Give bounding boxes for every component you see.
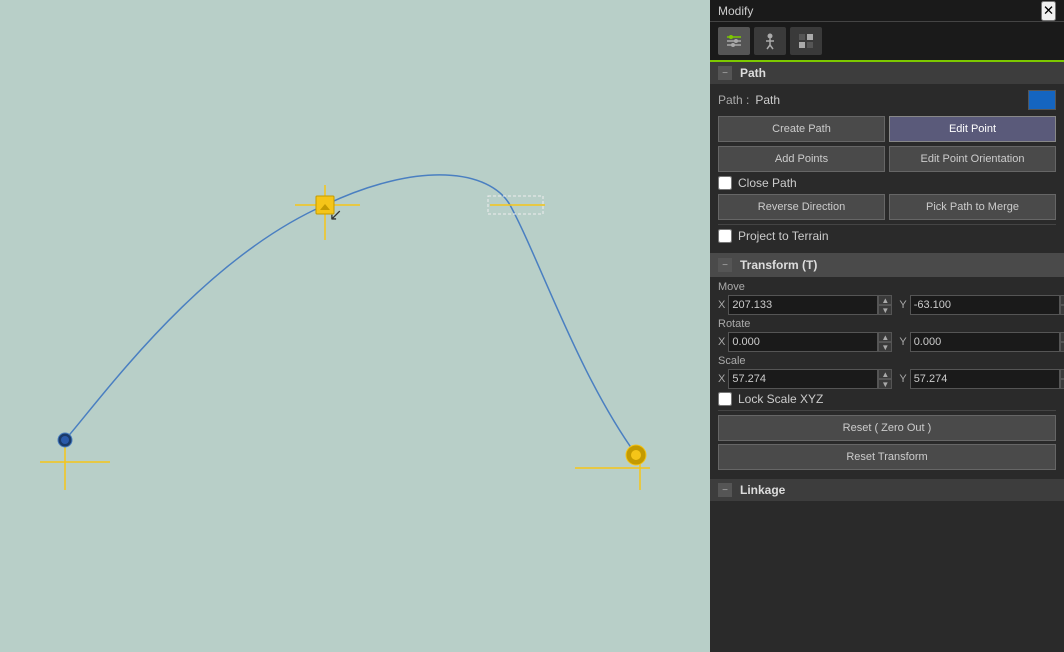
scale-y-axis-label: Y — [899, 373, 906, 385]
rotate-y-wrap: ▲ ▼ — [910, 332, 1064, 352]
move-y-up[interactable]: ▲ — [1060, 295, 1064, 305]
move-x-down[interactable]: ▼ — [878, 305, 892, 315]
scale-x-input[interactable] — [728, 369, 878, 389]
pick-path-to-merge-button[interactable]: Pick Path to Merge — [889, 194, 1056, 220]
scale-x-spinner: ▲ ▼ — [878, 369, 892, 389]
tab-sliders[interactable] — [718, 27, 750, 55]
reset-transform-button[interactable]: Reset Transform — [718, 444, 1056, 470]
rotate-y-input[interactable] — [910, 332, 1060, 352]
tab-figure[interactable] — [754, 27, 786, 55]
project-terrain-row: Project to Terrain — [718, 229, 1056, 243]
path-value: Path — [755, 93, 1022, 107]
scale-label: Scale — [718, 355, 1056, 367]
edit-point-orientation-button[interactable]: Edit Point Orientation — [889, 146, 1056, 172]
rotate-x-spinner: ▲ ▼ — [878, 332, 892, 352]
scale-x-up[interactable]: ▲ — [878, 369, 892, 379]
rotate-y-axis-label: Y — [899, 336, 906, 348]
rotate-x-up[interactable]: ▲ — [878, 332, 892, 342]
tab-bar — [710, 22, 1064, 62]
path-name-row: Path : Path — [718, 90, 1056, 110]
transform-section-content: Move X ▲ ▼ Y ▲ ▼ Z ▲ — [710, 277, 1064, 477]
move-y-down[interactable]: ▼ — [1060, 305, 1064, 315]
project-to-terrain-label: Project to Terrain — [738, 229, 829, 243]
path-section-header[interactable]: − Path — [710, 62, 1064, 84]
path-collapse-btn[interactable]: − — [718, 66, 732, 80]
linkage-section-header[interactable]: − Linkage — [710, 479, 1064, 501]
move-y-axis-label: Y — [899, 299, 906, 311]
right-panel: Modify ✕ — [710, 0, 1064, 652]
cursor-arrow: ↙ — [329, 208, 342, 224]
divider-2 — [718, 410, 1056, 411]
edit-point-button[interactable]: Edit Point — [889, 116, 1056, 142]
reset-zero-out-button[interactable]: Reset ( Zero Out ) — [718, 415, 1056, 441]
lock-scale-row: Lock Scale XYZ — [718, 392, 1056, 406]
move-y-wrap: ▲ ▼ — [910, 295, 1064, 315]
rotate-x-down[interactable]: ▼ — [878, 342, 892, 352]
window-title: Modify — [718, 4, 753, 18]
add-points-button[interactable]: Add Points — [718, 146, 885, 172]
move-x-row: X ▲ ▼ Y ▲ ▼ Z ▲ ▼ — [718, 295, 1056, 315]
move-x-axis-label: X — [718, 299, 725, 311]
linkage-section-title: Linkage — [740, 483, 785, 497]
btn-row-add-edit-orient: Add Points Edit Point Orientation — [718, 146, 1056, 172]
divider-1 — [718, 224, 1056, 225]
close-path-checkbox[interactable] — [718, 176, 732, 190]
move-x-input[interactable] — [728, 295, 878, 315]
path-color-swatch[interactable] — [1028, 90, 1056, 110]
scale-y-up[interactable]: ▲ — [1060, 369, 1064, 379]
lock-scale-label: Lock Scale XYZ — [738, 392, 823, 406]
move-x-wrap: ▲ ▼ — [728, 295, 892, 315]
reverse-direction-button[interactable]: Reverse Direction — [718, 194, 885, 220]
scale-y-wrap: ▲ ▼ — [910, 369, 1064, 389]
tab-checker[interactable] — [790, 27, 822, 55]
transform-section-title: Transform (T) — [740, 258, 817, 272]
rotate-label: Rotate — [718, 318, 1056, 330]
title-bar: Modify ✕ — [710, 0, 1064, 22]
rotate-row: X ▲ ▼ Y ▲ ▼ Z ▲ ▼ — [718, 332, 1056, 352]
path-label: Path : — [718, 93, 749, 107]
lock-scale-checkbox[interactable] — [718, 392, 732, 406]
project-to-terrain-checkbox[interactable] — [718, 229, 732, 243]
rotate-y-spinner: ▲ ▼ — [1060, 332, 1064, 352]
rotate-x-input[interactable] — [728, 332, 878, 352]
move-x-up[interactable]: ▲ — [878, 295, 892, 305]
transform-collapse-btn[interactable]: − — [718, 258, 732, 272]
path-section-title: Path — [740, 66, 766, 80]
move-x-spinner: ▲ ▼ — [878, 295, 892, 315]
create-path-button[interactable]: Create Path — [718, 116, 885, 142]
rotate-x-wrap: ▲ ▼ — [728, 332, 892, 352]
scale-row: X ▲ ▼ Y ▲ ▼ Z ▲ ▼ — [718, 369, 1056, 389]
move-y-spinner: ▲ ▼ — [1060, 295, 1064, 315]
close-button[interactable]: ✕ — [1041, 1, 1056, 21]
scale-x-wrap: ▲ ▼ — [728, 369, 892, 389]
canvas-svg — [0, 0, 710, 652]
scale-y-spinner: ▲ ▼ — [1060, 369, 1064, 389]
scale-x-axis-label: X — [718, 373, 725, 385]
close-path-label: Close Path — [738, 176, 797, 190]
transform-section-header[interactable]: − Transform (T) — [710, 253, 1064, 277]
canvas-area[interactable]: ↙ — [0, 0, 710, 652]
move-label: Move — [718, 281, 1056, 293]
scale-y-input[interactable] — [910, 369, 1060, 389]
rotate-y-up[interactable]: ▲ — [1060, 332, 1064, 342]
close-path-row: Close Path — [718, 176, 1056, 190]
rotate-x-axis-label: X — [718, 336, 725, 348]
move-y-input[interactable] — [910, 295, 1060, 315]
rotate-y-down[interactable]: ▼ — [1060, 342, 1064, 352]
scale-x-down[interactable]: ▼ — [878, 379, 892, 389]
linkage-collapse-btn[interactable]: − — [718, 483, 732, 497]
scale-y-down[interactable]: ▼ — [1060, 379, 1064, 389]
btn-row-reverse-pick: Reverse Direction Pick Path to Merge — [718, 194, 1056, 220]
path-section-content: Path : Path Create Path Edit Point Add P… — [710, 84, 1064, 253]
btn-row-create-edit: Create Path Edit Point — [718, 116, 1056, 142]
